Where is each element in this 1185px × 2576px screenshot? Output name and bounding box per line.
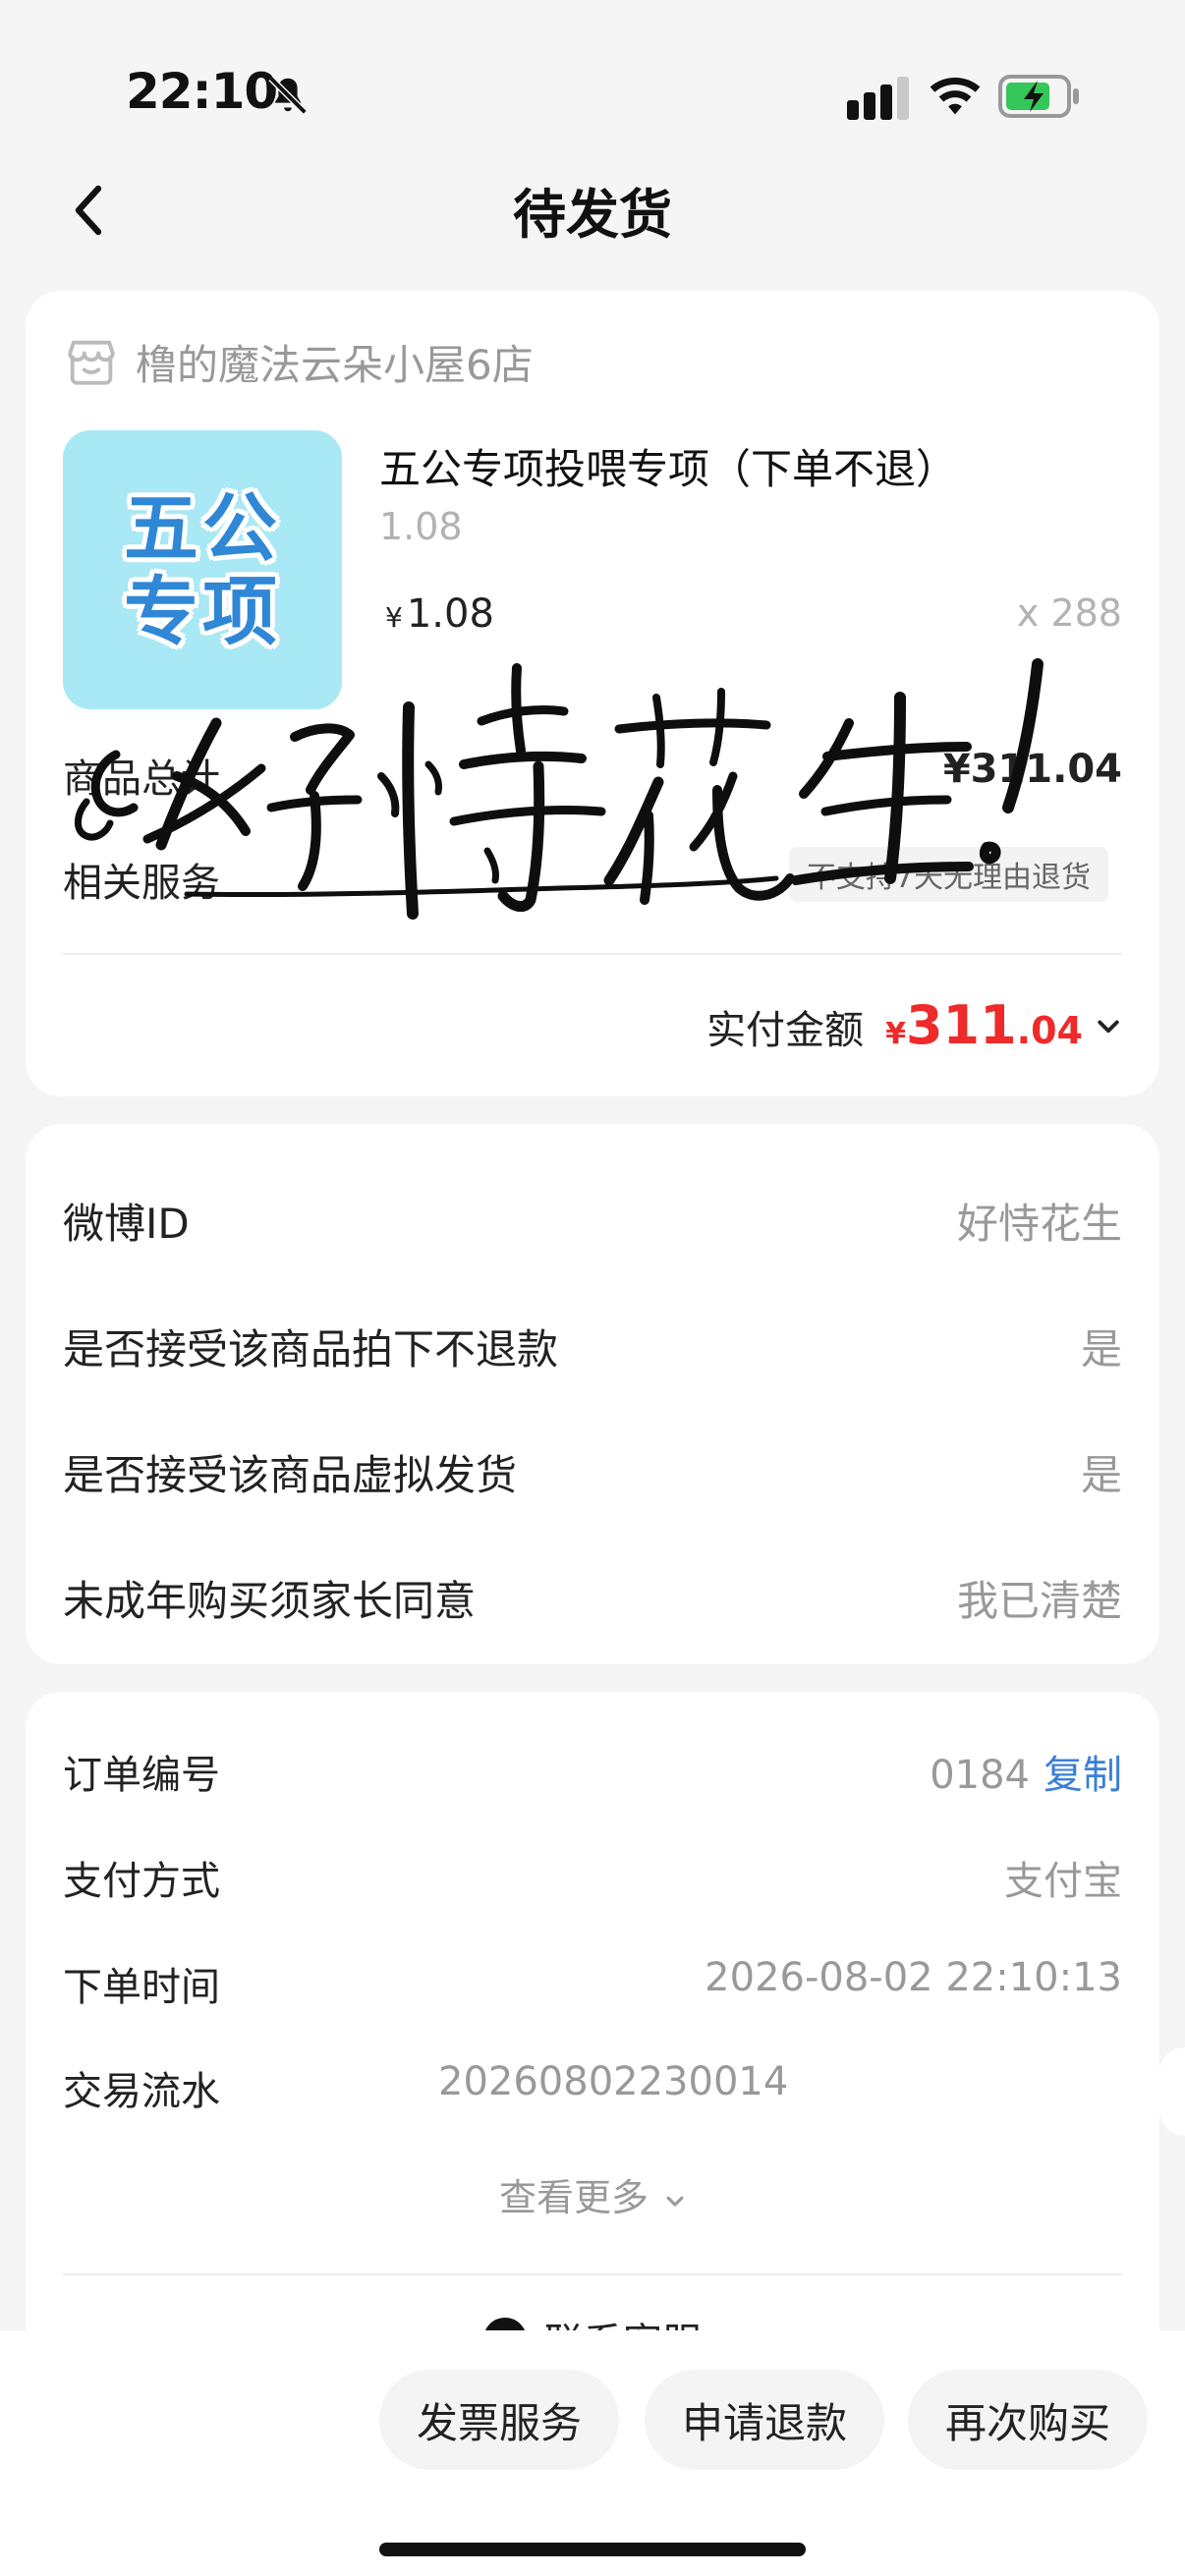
- order-item-card: 橹的魔法云朵小屋6店 五公 专项 五公专项投喂专项（下单不退） 1.08 ¥1.…: [26, 291, 1159, 1096]
- bell-off-icon: [268, 76, 308, 115]
- buyer-info-card: 微博ID 好恃花生 是否接受该商品拍下不退款 是 是否接受该商品虚拟发货 是 未…: [26, 1124, 1159, 1664]
- total-value: ¥311.04: [942, 747, 1122, 792]
- chevron-down-icon: [666, 2196, 684, 2207]
- info-row-no-refund: 是否接受该商品拍下不退款 是: [63, 1316, 1122, 1385]
- request-refund-button[interactable]: 申请退款: [645, 2370, 884, 2470]
- product-title[interactable]: 五公专项投喂专项（下单不退）: [379, 436, 957, 496]
- edge-handle[interactable]: [1159, 2047, 1185, 2136]
- order-time-value: 2026-08-02 22:10:13: [705, 1955, 1122, 2000]
- thumb-text-line2: 专项: [124, 568, 281, 655]
- shop-name: 橹的魔法云朵小屋6店: [136, 340, 534, 389]
- paid-label: 实付金额: [706, 1008, 865, 1053]
- info-label: 是否接受该商品拍下不退款: [63, 1325, 559, 1373]
- cellular-signal-icon: [847, 77, 909, 120]
- see-more-label: 查看更多: [498, 2176, 649, 2219]
- order-detail-page: 22:10 待发货 橹的魔法云朵小屋6店 五公 专项 五公专项投喂专项（下单不退…: [0, 0, 1185, 2576]
- product-quantity: x 288: [1016, 591, 1122, 635]
- product-spec: 1.08: [379, 505, 463, 548]
- price-value: 1.08: [406, 591, 494, 637]
- info-value: 是: [1080, 1325, 1122, 1373]
- divider: [63, 953, 1122, 955]
- home-indicator[interactable]: [379, 2543, 806, 2556]
- service-label: 相关服务: [63, 861, 220, 906]
- store-icon: [68, 340, 115, 385]
- invoice-service-button[interactable]: 发票服务: [379, 2370, 619, 2470]
- pay-method-value: 支付宝: [1004, 1859, 1122, 1904]
- wifi-icon: [930, 77, 981, 115]
- service-tag: 不支持7天无理由退货: [788, 847, 1108, 902]
- chevron-down-icon: [1098, 1020, 1119, 1033]
- info-label: 微博ID: [63, 1200, 190, 1248]
- price-currency: ¥: [385, 601, 403, 634]
- product-price: ¥1.08: [385, 591, 494, 637]
- shop-row[interactable]: 橹的魔法云朵小屋6店: [63, 332, 534, 391]
- info-label: 未成年购买须家长同意: [63, 1577, 477, 1625]
- info-row-weibo: 微博ID 好恃花生: [63, 1191, 1122, 1260]
- info-value: 好恃花生: [956, 1200, 1122, 1248]
- status-time: 22:10: [126, 63, 278, 120]
- paid-decimal: .04: [1016, 1009, 1083, 1052]
- bottom-action-bar: 发票服务 申请退款 再次购买: [0, 2330, 1185, 2576]
- status-bar: 22:10: [0, 0, 1185, 147]
- paid-currency: ¥: [885, 1017, 906, 1051]
- thumb-text-line1: 五公: [124, 483, 281, 572]
- transaction-label: 交易流水: [63, 2069, 220, 2114]
- divider: [63, 2273, 1122, 2275]
- info-label: 是否接受该商品虚拟发货: [63, 1451, 518, 1499]
- total-label: 商品总计: [63, 756, 220, 802]
- paid-integer: 311: [905, 994, 1017, 1056]
- info-row-virtual-shipping: 是否接受该商品虚拟发货 是: [63, 1442, 1122, 1511]
- order-number: 0184: [930, 1753, 1030, 1798]
- page-title: 待发货: [513, 184, 672, 246]
- transaction-value: 20260802230014: [438, 2059, 789, 2104]
- buy-again-button[interactable]: 再次购买: [908, 2370, 1148, 2470]
- paid-amount-row[interactable]: 实付金额 ¥311.04: [706, 994, 1122, 1056]
- paid-amount: ¥311.04: [885, 994, 1083, 1056]
- info-value: 我已清楚: [956, 1577, 1122, 1625]
- pay-method-label: 支付方式: [63, 1859, 220, 1904]
- order-number-value: 0184 复制: [930, 1743, 1122, 1800]
- product-thumbnail[interactable]: 五公 专项: [63, 430, 342, 709]
- order-time-label: 下单时间: [63, 1965, 220, 2010]
- battery-charging-icon: [998, 75, 1079, 118]
- info-row-minor-consent: 未成年购买须家长同意 我已清楚: [63, 1568, 1122, 1637]
- order-number-label: 订单编号: [63, 1753, 220, 1798]
- copy-button[interactable]: 复制: [1044, 1753, 1122, 1798]
- see-more-button[interactable]: 查看更多: [26, 2167, 1159, 2221]
- info-value: 是: [1080, 1451, 1122, 1499]
- nav-header: 待发货: [0, 147, 1185, 275]
